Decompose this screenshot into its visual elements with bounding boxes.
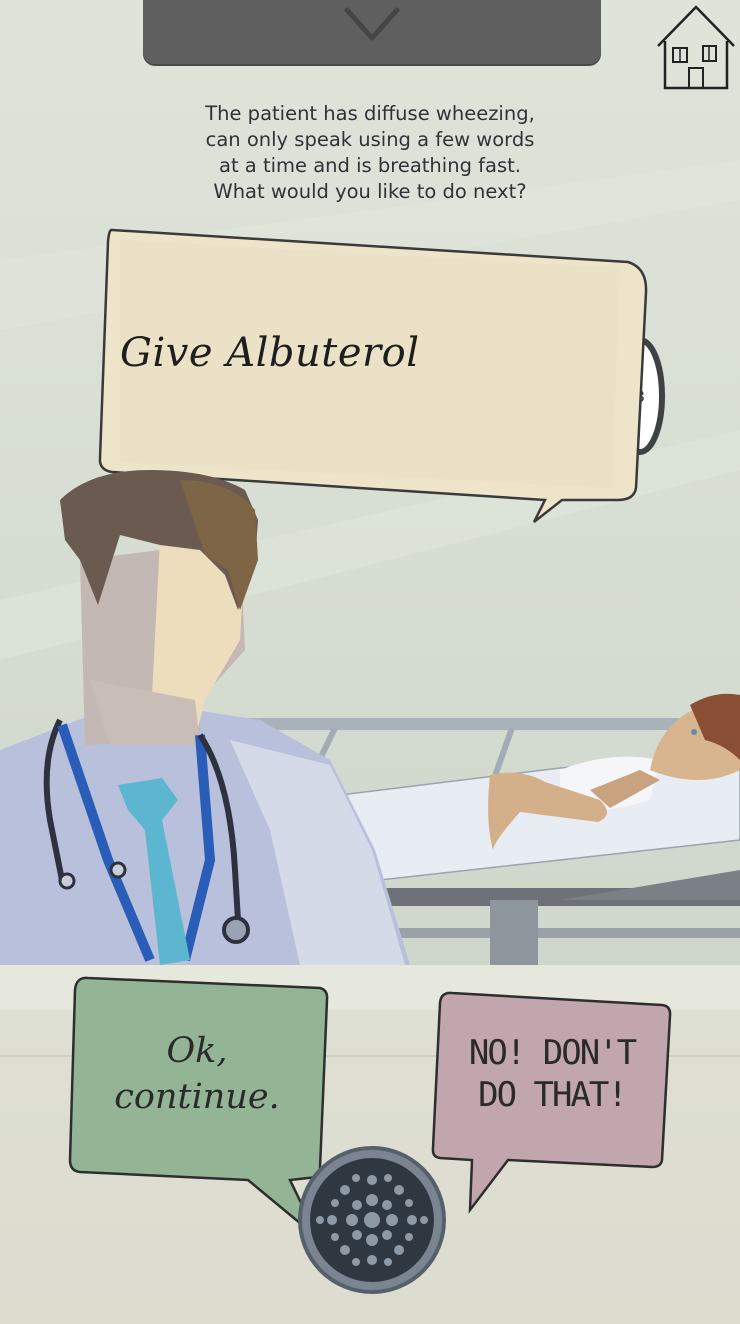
- no-label-line: DO THAT!: [478, 1075, 628, 1115]
- chevron-down-icon: [344, 7, 400, 41]
- ok-continue-label: Ok, continue.: [92, 1028, 302, 1120]
- home-button[interactable]: [655, 4, 737, 90]
- prompt-line: The patient has diffuse wheezing,: [205, 102, 535, 125]
- prompt-line: What would you like to do next?: [213, 180, 527, 203]
- pull-down-tab[interactable]: [143, 0, 601, 64]
- ok-label-line: continue.: [114, 1077, 280, 1117]
- choice-text: Give Albuterol: [120, 330, 420, 376]
- case-prompt: The patient has diffuse wheezing, can on…: [150, 101, 590, 205]
- prompt-line: at a time and is breathing fast.: [219, 154, 521, 177]
- no-dont-label: NO! DON'T DO THAT!: [448, 1032, 656, 1116]
- house-icon: [657, 5, 735, 90]
- prompt-line: can only speak using a few words: [205, 128, 535, 151]
- no-label-line: NO! DON'T: [468, 1033, 637, 1073]
- ok-label-line: Ok,: [166, 1031, 228, 1071]
